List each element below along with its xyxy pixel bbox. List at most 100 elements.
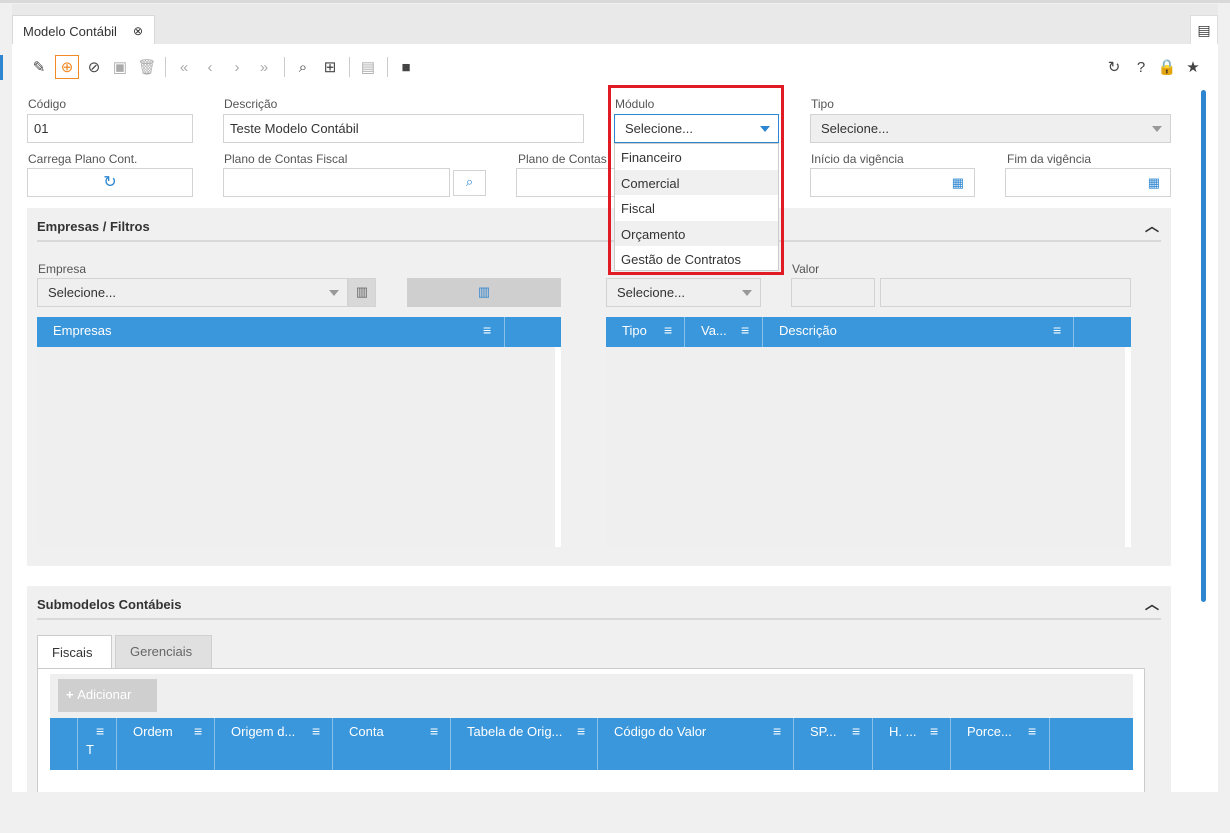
refresh-icon[interactable]: ↻	[1104, 57, 1124, 77]
submodelos-panel-title: Submodelos Contábeis	[37, 597, 182, 612]
column-label: Tipo	[622, 323, 647, 338]
tab-label: Fiscais	[52, 645, 93, 660]
chevron-up-icon[interactable]: ︿	[1145, 594, 1159, 614]
delete-icon[interactable]: 🗑	[137, 57, 157, 77]
add-icon[interactable]: ⊕	[55, 55, 79, 79]
grid-icon[interactable]: ⊞	[320, 57, 340, 77]
submodelos-grid-header: T ≡ Ordem ≡ Origem d... ≡ Conta ≡ Tabela…	[50, 718, 1133, 770]
vertical-scrollbar[interactable]	[1201, 90, 1206, 602]
search-icon: ⌕	[465, 174, 474, 189]
menu-icon[interactable]: ≡	[312, 723, 320, 739]
calendar-icon[interactable]: ▦	[952, 175, 964, 191]
tipo-select[interactable]: Selecione...	[810, 114, 1171, 143]
empresa-select-value: Selecione...	[48, 285, 116, 300]
menu-icon[interactable]: ≡	[852, 723, 860, 739]
cancel-icon[interactable]: ⊘	[84, 57, 104, 77]
last-icon[interactable]: »	[254, 57, 274, 77]
filtro-tipo-select[interactable]: Selecione...	[606, 278, 761, 307]
panel-divider	[37, 618, 1161, 620]
menu-icon[interactable]: ≡	[930, 723, 938, 739]
codigo-field[interactable]: 01	[27, 114, 193, 143]
column-label: Tabela de Orig...	[467, 724, 563, 739]
refresh-button[interactable]: ↻	[27, 168, 193, 197]
filtros-grid-body	[606, 347, 1131, 547]
fim-field[interactable]: ▦	[1005, 168, 1171, 197]
panel-divider	[37, 240, 1161, 242]
menu-icon[interactable]: ≡	[430, 723, 438, 739]
column-label: Conta	[349, 724, 384, 739]
column-sp[interactable]: SP...	[794, 718, 873, 770]
toolbar-separator	[349, 57, 350, 77]
bottom-area	[0, 792, 1230, 833]
menu-icon[interactable]: ≡	[664, 322, 672, 338]
fim-label: Fim da vigência	[1007, 152, 1092, 166]
copy-icon[interactable]: ▤	[358, 57, 378, 77]
menu-icon[interactable]: ≡	[194, 723, 202, 739]
window-icon[interactable]: ■	[396, 57, 416, 77]
tab-gerenciais[interactable]: Gerenciais	[115, 635, 212, 669]
column-valor[interactable]: Va...	[685, 317, 763, 347]
add-button[interactable]: + Adicionar	[58, 679, 157, 712]
filtro-select-value: Selecione...	[617, 285, 685, 300]
buildings-icon: ▥	[477, 284, 491, 299]
menu-icon[interactable]: ≡	[741, 322, 749, 338]
lock-icon[interactable]: 🔒	[1157, 57, 1177, 77]
descricao-field[interactable]: Teste Modelo Contábil	[223, 114, 584, 143]
column-tabela-origem[interactable]: Tabela de Orig...	[451, 718, 598, 770]
toolbar-separator	[284, 57, 285, 77]
prev-icon[interactable]: ‹	[200, 57, 220, 77]
chevron-down-icon	[742, 290, 752, 296]
column-label: Origem d...	[231, 724, 296, 739]
add-empresa-button[interactable]: ▥	[407, 278, 561, 307]
column-tipo[interactable]: Tipo	[606, 317, 685, 347]
plano-contas-field[interactable]	[516, 168, 616, 197]
building-icon[interactable]: ▥	[348, 278, 376, 307]
column-label: Empresas	[53, 323, 112, 338]
search-button[interactable]: ⌕	[453, 170, 486, 196]
column-descricao[interactable]: Descrição	[763, 317, 1074, 347]
window-list-icon[interactable]: ▤	[1190, 15, 1218, 45]
column-label: Ordem	[133, 724, 173, 739]
menu-icon[interactable]: ≡	[1028, 723, 1036, 739]
column-codigo-valor[interactable]: Código do Valor	[598, 718, 794, 770]
menu-icon[interactable]: ≡	[773, 723, 781, 739]
calendar-icon[interactable]: ▦	[1148, 175, 1160, 191]
chevron-down-icon	[1152, 126, 1162, 132]
menu-icon[interactable]: ≡	[1053, 322, 1061, 338]
column-label: T	[86, 742, 94, 757]
tab-fiscais[interactable]: Fiscais	[37, 635, 112, 669]
next-icon[interactable]: ›	[227, 57, 247, 77]
column-label: Código do Valor	[614, 724, 707, 739]
column-label: Va...	[701, 323, 727, 338]
refresh-icon: ↻	[103, 174, 117, 191]
inicio-field[interactable]: ▦	[810, 168, 975, 197]
search-icon[interactable]: ⌕	[293, 57, 313, 77]
broom-icon[interactable]: ✎	[29, 57, 49, 77]
tab-strip: Modelo Contábil ⊗	[12, 4, 1218, 47]
grid-toolbar	[50, 674, 1133, 718]
empresa-select[interactable]: Selecione...	[37, 278, 348, 307]
first-icon[interactable]: «	[174, 57, 194, 77]
empresas-grid-body	[37, 347, 561, 547]
help-icon[interactable]: ?	[1131, 57, 1151, 77]
save-icon[interactable]: ▣	[110, 57, 130, 77]
filtros-grid-header: Tipo ≡ Va... ≡ Descrição ≡	[606, 317, 1131, 347]
plano-fiscal-field[interactable]	[223, 168, 450, 197]
column-empresas[interactable]: Empresas	[37, 317, 505, 347]
star-icon[interactable]: ★	[1183, 57, 1203, 77]
column-label: H. ...	[889, 724, 917, 739]
menu-icon[interactable]: ≡	[96, 723, 104, 739]
column-label: SP...	[810, 724, 837, 739]
chevron-up-icon[interactable]: ︿	[1145, 216, 1159, 236]
tab-modelo-contabil[interactable]: Modelo Contábil ⊗	[12, 15, 155, 47]
plano-fiscal-label: Plano de Contas Fiscal	[224, 152, 348, 166]
close-circle-icon[interactable]: ⊗	[133, 24, 143, 38]
menu-icon[interactable]: ≡	[483, 322, 491, 338]
empresa-label: Empresa	[38, 262, 87, 276]
left-accent-marker	[0, 55, 3, 80]
toolbar: ✎ ⊕ ⊘ ▣ 🗑 « ‹ › » ⌕ ⊞ ▤ ■ ↻ ? 🔒 ★	[12, 44, 1218, 88]
column-h[interactable]: H. ...	[873, 718, 951, 770]
valor-field[interactable]	[791, 278, 875, 307]
valor-desc-field[interactable]	[880, 278, 1131, 307]
menu-icon[interactable]: ≡	[577, 723, 585, 739]
